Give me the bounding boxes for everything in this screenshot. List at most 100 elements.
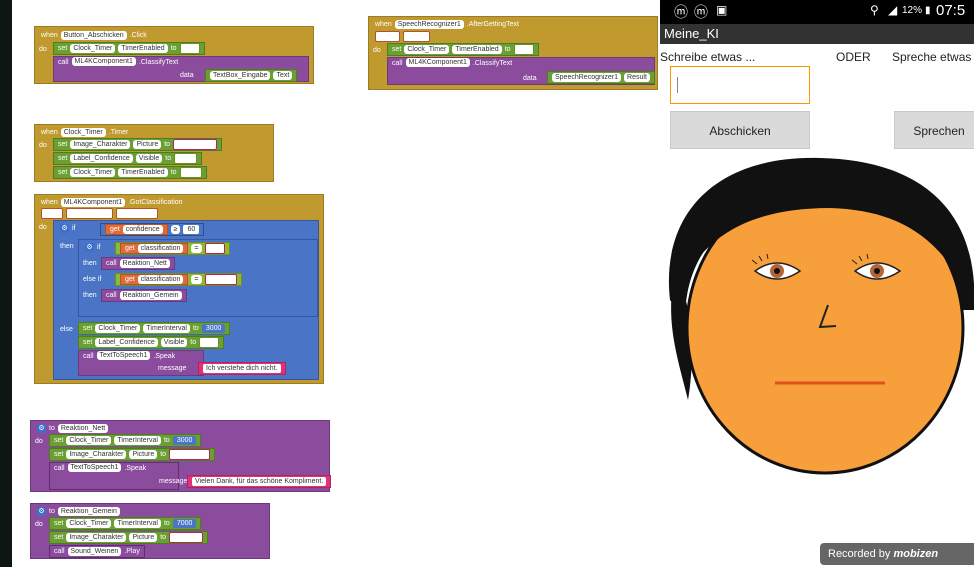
component-dropdown[interactable]: Image_Charakter xyxy=(66,533,127,542)
set-picture-block[interactable]: set Image_Charakter Picture to Happy.png xyxy=(49,448,216,461)
component-dropdown[interactable]: TextToSpeech1 xyxy=(96,351,151,360)
property-dropdown[interactable]: TimerInterval xyxy=(114,519,161,528)
operator-dropdown[interactable]: = xyxy=(191,244,202,253)
component-dropdown[interactable]: Label_Confidence xyxy=(95,338,158,347)
property-dropdown[interactable]: TimerInterval xyxy=(114,436,161,445)
property-dropdown[interactable]: Visible xyxy=(160,338,188,347)
component-dropdown[interactable]: Button_Abschicken xyxy=(60,31,127,40)
variable-dropdown[interactable]: confidence xyxy=(122,225,163,234)
send-button[interactable]: Abschicken xyxy=(670,111,810,149)
variable-dropdown[interactable]: classification xyxy=(137,275,184,284)
blocks-workspace[interactable]: when Button_Abschicken .Click do set Clo… xyxy=(12,0,660,567)
property-dropdown[interactable]: Visible xyxy=(135,154,163,163)
set-label-visible-block[interactable]: set Label_Confidence Visible to false xyxy=(53,152,202,165)
event-block-classification[interactable]: when ML4KComponent1 .GotClassification d… xyxy=(34,194,324,384)
textbox-text-getter[interactable]: TextBox_Eingabe Text xyxy=(205,69,298,82)
variable-dropdown[interactable]: classification xyxy=(137,244,184,253)
equals-nett-block[interactable]: get classification = Nett xyxy=(115,242,231,255)
property-dropdown[interactable]: Picture xyxy=(129,450,158,459)
text-value[interactable]: Nett xyxy=(204,243,226,254)
compare-block[interactable]: get confidence ≥ 60 xyxy=(100,223,205,236)
procedure-name[interactable]: Reaktion_Gemein xyxy=(57,507,120,516)
property-dropdown[interactable]: TimerEnabled xyxy=(118,44,168,53)
text-value[interactable]: Happy.png xyxy=(169,449,211,460)
component-dropdown[interactable]: Label_Confidence xyxy=(70,154,133,163)
text-input[interactable] xyxy=(670,66,810,104)
number-value[interactable]: 60 xyxy=(183,225,200,234)
component-dropdown[interactable]: SpeechRecognizer1 xyxy=(394,20,464,29)
property-dropdown[interactable]: TimerEnabled xyxy=(118,168,168,177)
component-dropdown[interactable]: ML4KComponent1 xyxy=(71,57,136,66)
message-text-block[interactable]: Vielen Dank, für das schöne Kompliment. xyxy=(187,475,332,488)
boolean-value[interactable]: true xyxy=(199,337,220,348)
boolean-value[interactable]: false xyxy=(174,153,197,164)
boolean-value[interactable]: true xyxy=(513,44,534,55)
if-block[interactable]: ⚙ if get confidence ≥ 60 then ⚙ if get c… xyxy=(53,220,319,380)
component-dropdown[interactable]: Clock_Timer xyxy=(404,45,450,54)
procedure-dropdown[interactable]: Reaktion_Nett xyxy=(119,259,170,268)
call-reaktion-gemein[interactable]: call Reaktion_Gemein xyxy=(101,289,187,302)
param-confidence[interactable]: confidence xyxy=(116,208,159,219)
component-dropdown[interactable]: Sound_Weinen xyxy=(67,547,122,556)
set-label-visible-block[interactable]: set Label_Confidence Visible to true xyxy=(78,336,225,349)
property-dropdown[interactable]: Text xyxy=(273,71,293,80)
component-dropdown[interactable]: SpeechRecognizer1 xyxy=(552,73,622,82)
operator-dropdown[interactable]: = xyxy=(191,275,202,284)
gear-icon[interactable]: ⚙ xyxy=(85,243,94,252)
event-block-timer[interactable]: when Clock_Timer .Timer do set Image_Cha… xyxy=(34,124,274,182)
text-value[interactable]: Ich verstehe dich nicht. xyxy=(203,364,281,373)
component-dropdown[interactable]: ML4KComponent1 xyxy=(60,198,126,207)
component-dropdown[interactable]: ML4KComponent1 xyxy=(405,58,470,67)
param-classification[interactable]: classification xyxy=(65,208,114,219)
boolean-value[interactable]: false xyxy=(179,167,203,178)
set-picture-block[interactable]: set Image_Charakter Picture to Sad.png xyxy=(49,531,209,544)
message-text-block[interactable]: Ich verstehe dich nicht. xyxy=(198,362,286,375)
component-dropdown[interactable]: TextToSpeech1 xyxy=(67,463,122,472)
event-block-button-click[interactable]: when Button_Abschicken .Click do set Clo… xyxy=(34,26,314,84)
number-value[interactable]: 3000 xyxy=(201,324,226,333)
component-dropdown[interactable]: Image_Charakter xyxy=(66,450,127,459)
procedure-reaktion-nett[interactable]: ⚙ to Reaktion_Nett do set Clock_Timer Ti… xyxy=(30,420,332,492)
set-timer-interval-block[interactable]: set Clock_Timer TimerInterval to 3000 xyxy=(49,434,202,447)
component-dropdown[interactable]: Clock_Timer xyxy=(95,324,141,333)
property-dropdown[interactable]: Picture xyxy=(133,140,162,149)
nested-if-block[interactable]: ⚙ if get classification = Nett then call… xyxy=(78,239,318,317)
component-dropdown[interactable]: TextBox_Eingabe xyxy=(210,71,271,80)
component-dropdown[interactable]: Image_Charakter xyxy=(70,140,131,149)
call-reaktion-nett[interactable]: call Reaktion_Nett xyxy=(101,257,175,270)
property-dropdown[interactable]: TimerInterval xyxy=(143,324,190,333)
text-value[interactable]: Gemein xyxy=(204,274,238,285)
text-value[interactable]: Neutral.png xyxy=(173,139,218,150)
set-picture-block[interactable]: set Image_Charakter Picture to Neutral.p… xyxy=(53,138,223,151)
property-dropdown[interactable]: Result xyxy=(624,73,650,82)
event-block-speech[interactable]: when SpeechRecognizer1 .AfterGettingText… xyxy=(368,16,658,90)
param-partial[interactable]: partial xyxy=(403,31,431,42)
number-value[interactable]: 7000 xyxy=(172,519,197,528)
component-dropdown[interactable]: Clock_Timer xyxy=(66,519,112,528)
set-timer-interval-block[interactable]: set Clock_Timer TimerInterval to 7000 xyxy=(49,517,202,530)
procedure-dropdown[interactable]: Reaktion_Gemein xyxy=(119,291,182,300)
property-dropdown[interactable]: TimerEnabled xyxy=(452,45,502,54)
text-value[interactable]: Vielen Dank, für das schöne Kompliment. xyxy=(192,477,327,486)
set-timer-interval-block[interactable]: set Clock_Timer TimerInterval to 3000 xyxy=(78,322,231,335)
gear-icon[interactable]: ⚙ xyxy=(37,507,46,516)
procedure-reaktion-gemein[interactable]: ⚙ to Reaktion_Gemein do set Clock_Timer … xyxy=(30,503,270,559)
number-value[interactable]: 3000 xyxy=(172,436,197,445)
boolean-value[interactable]: true xyxy=(179,43,200,54)
operator-dropdown[interactable]: ≥ xyxy=(170,225,181,234)
procedure-name[interactable]: Reaktion_Nett xyxy=(57,424,109,433)
component-dropdown[interactable]: Clock_Timer xyxy=(60,128,106,137)
speak-button[interactable]: Sprechen xyxy=(894,111,974,149)
text-value[interactable]: Sad.png xyxy=(169,532,204,543)
gear-icon[interactable]: ⚙ xyxy=(60,224,69,233)
set-timer-enabled-block[interactable]: set Clock_Timer TimerEnabled to true xyxy=(53,42,205,55)
equals-gemein-block[interactable]: get classification = Gemein xyxy=(115,273,243,286)
component-dropdown[interactable]: Clock_Timer xyxy=(66,436,112,445)
property-dropdown[interactable]: Picture xyxy=(129,533,158,542)
component-dropdown[interactable]: Clock_Timer xyxy=(70,168,116,177)
set-timer-enabled-block[interactable]: set Clock_Timer TimerEnabled to true xyxy=(387,43,539,56)
component-dropdown[interactable]: Clock_Timer xyxy=(70,44,116,53)
call-play-block[interactable]: call Sound_Weinen .Play xyxy=(49,545,145,558)
param-result[interactable]: result xyxy=(375,31,401,42)
gear-icon[interactable]: ⚙ xyxy=(37,424,46,433)
